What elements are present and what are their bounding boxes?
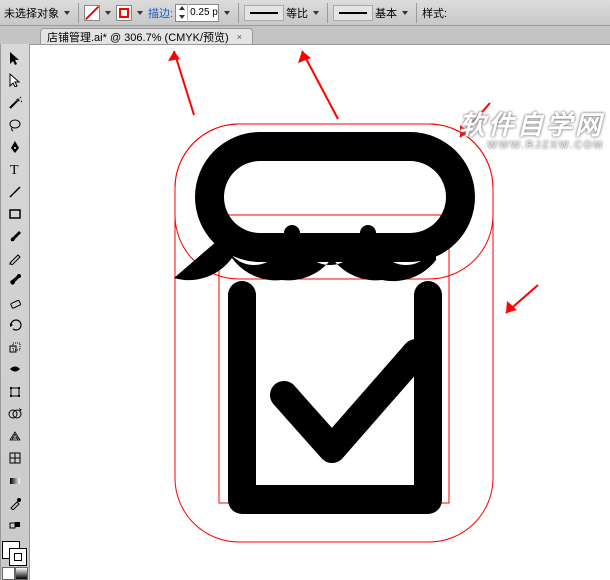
annotation-arrow-3 <box>450 97 500 147</box>
selection-tool[interactable] <box>3 48 27 68</box>
selection-status: 未选择对象 <box>4 5 59 21</box>
blend-tool[interactable] <box>3 515 27 535</box>
pencil-tool[interactable] <box>3 248 27 268</box>
brush-definition[interactable] <box>333 5 373 21</box>
stroke-weight-menu[interactable] <box>221 5 233 21</box>
eraser-tool[interactable] <box>3 293 27 313</box>
stroke-stepper[interactable] <box>176 4 188 22</box>
stroke-box[interactable] <box>9 548 27 566</box>
brush-menu[interactable] <box>399 5 411 21</box>
control-bar: 未选择对象 描边: 0.25 p 等比 基本 样式: <box>0 0 610 26</box>
fill-stroke-indicator[interactable] <box>2 541 28 565</box>
scale-tool[interactable] <box>3 337 27 357</box>
width-tool[interactable] <box>3 359 27 379</box>
blob-brush-tool[interactable] <box>3 270 27 290</box>
stroke-weight-field[interactable]: 0.25 p <box>175 4 219 22</box>
free-transform-tool[interactable] <box>3 382 27 402</box>
tab-title: 店铺管理.ai* @ 306.7% (CMYK/预览) <box>47 29 229 45</box>
magic-wand-tool[interactable] <box>3 92 27 112</box>
line-segment-tool[interactable] <box>3 181 27 201</box>
eyedropper-tool[interactable] <box>3 493 27 513</box>
stroke-swatch-menu[interactable] <box>134 5 146 21</box>
tab-close-icon[interactable]: × <box>237 32 242 42</box>
perspective-grid-tool[interactable] <box>3 426 27 446</box>
svg-text:T: T <box>10 163 19 176</box>
color-mode-row <box>2 567 28 580</box>
tools-panel: T <box>0 44 30 580</box>
stroke-swatch[interactable] <box>116 5 132 21</box>
stroke-label: 描边: <box>148 5 173 21</box>
gradient-tool[interactable] <box>3 470 27 490</box>
lasso-tool[interactable] <box>3 115 27 135</box>
fill-menu[interactable] <box>102 5 114 21</box>
rectangle-tool[interactable] <box>3 204 27 224</box>
selection-status-dropdown[interactable] <box>61 5 73 21</box>
variable-width-profile[interactable] <box>244 5 284 21</box>
stroke-weight-value: 0.25 p <box>188 7 218 18</box>
rotate-tool[interactable] <box>3 315 27 335</box>
document-tab[interactable]: 店铺管理.ai* @ 306.7% (CMYK/预览) × <box>40 28 253 44</box>
mesh-tool[interactable] <box>3 448 27 468</box>
stroke-up[interactable] <box>176 4 188 13</box>
basic-label: 基本 <box>375 5 397 21</box>
style-label: 样式: <box>422 5 447 21</box>
stroke-down[interactable] <box>176 13 188 22</box>
annotation-arrow-4 <box>498 279 548 329</box>
color-mode-gradient[interactable] <box>15 567 28 580</box>
paintbrush-tool[interactable] <box>3 226 27 246</box>
type-tool[interactable]: T <box>3 159 27 179</box>
annotation-arrow-2 <box>294 45 354 125</box>
pen-tool[interactable] <box>3 137 27 157</box>
document-tabstrip: 店铺管理.ai* @ 306.7% (CMYK/预览) × <box>0 26 610 44</box>
variable-width-menu[interactable] <box>310 5 322 21</box>
proportional-label: 等比 <box>286 5 308 21</box>
color-mode-color[interactable] <box>2 567 15 580</box>
fill-swatch-none[interactable] <box>84 5 100 21</box>
annotation-arrow-1 <box>160 45 210 120</box>
shape-builder-tool[interactable] <box>3 404 27 424</box>
canvas[interactable]: 软件自学网 WWW.RJZXW.COM <box>30 44 610 580</box>
direct-selection-tool[interactable] <box>3 70 27 90</box>
